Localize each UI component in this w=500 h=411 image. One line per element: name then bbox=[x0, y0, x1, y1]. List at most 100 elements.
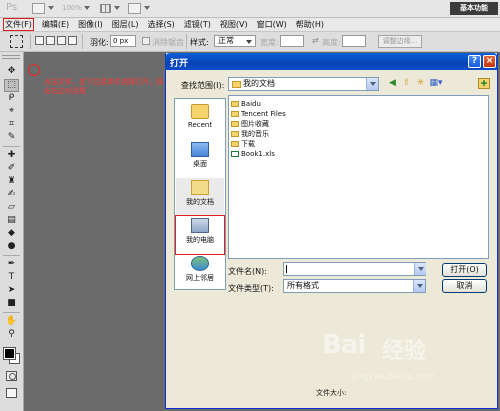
views-menu-icon[interactable]: ▦▾ bbox=[429, 78, 443, 89]
menu-edit[interactable]: 编辑(E) bbox=[42, 19, 69, 30]
place-recent[interactable]: Recent bbox=[176, 102, 224, 140]
hand-tool-icon[interactable]: ✋ bbox=[5, 316, 18, 327]
antialias-checkbox[interactable] bbox=[142, 37, 150, 45]
style-select[interactable]: 正常 bbox=[214, 35, 256, 47]
list-item[interactable]: Book1.xls bbox=[231, 149, 275, 158]
screen-mode-toggle-icon[interactable] bbox=[6, 388, 17, 398]
eraser-tool-icon[interactable]: ▱ bbox=[5, 202, 18, 213]
file-list[interactable]: Baidu Tencent Files 图片收藏 我的音乐 下载 Book1.x… bbox=[228, 95, 489, 259]
close-icon[interactable]: × bbox=[483, 55, 496, 68]
desktop-icon bbox=[191, 142, 209, 157]
chevron-down-icon[interactable] bbox=[413, 280, 425, 292]
divider bbox=[82, 34, 83, 49]
help-icon[interactable]: ? bbox=[468, 55, 481, 68]
rectangular-marquee-preset-icon[interactable] bbox=[10, 35, 23, 48]
list-item[interactable]: Baidu bbox=[231, 99, 261, 108]
filename-input[interactable] bbox=[283, 262, 426, 276]
height-input[interactable] bbox=[342, 35, 366, 47]
new-folder-icon[interactable]: ✳ bbox=[415, 78, 426, 89]
quick-selection-tool-icon[interactable]: ⌖ bbox=[5, 106, 18, 117]
clone-stamp-tool-icon[interactable]: ♜ bbox=[5, 176, 18, 187]
place-my-computer[interactable]: 我的电脑 bbox=[175, 215, 225, 255]
chevron-down-icon[interactable] bbox=[114, 6, 120, 10]
eyedropper-tool-icon[interactable]: ✎ bbox=[5, 132, 18, 143]
workspace-switcher-button[interactable]: 基本功能 bbox=[450, 2, 498, 15]
menu-image[interactable]: 图像(I) bbox=[78, 19, 103, 30]
list-item[interactable]: Tencent Files bbox=[231, 109, 286, 118]
dodge-tool-icon[interactable]: ● bbox=[5, 241, 18, 252]
brush-tool-icon[interactable]: ✐ bbox=[5, 163, 18, 174]
arrange-documents-icon[interactable] bbox=[100, 4, 111, 13]
excel-file-icon bbox=[231, 150, 239, 157]
screen-mode-icon[interactable] bbox=[128, 3, 141, 14]
chevron-down-icon[interactable] bbox=[48, 6, 54, 10]
dialog-titlebar[interactable]: 打开 ? × bbox=[165, 53, 498, 70]
look-in-value: 我的文档 bbox=[243, 79, 275, 88]
subtract-selection-icon[interactable] bbox=[57, 36, 66, 45]
intersect-selection-icon[interactable] bbox=[68, 36, 77, 45]
divider bbox=[3, 146, 20, 147]
place-label: 我的电脑 bbox=[186, 236, 214, 244]
place-network[interactable]: 网上邻居 bbox=[176, 254, 224, 292]
annotation-marker bbox=[28, 64, 40, 76]
chevron-down-icon[interactable] bbox=[366, 78, 378, 90]
new-selection-icon[interactable] bbox=[35, 36, 44, 45]
look-in-select[interactable]: 我的文档 bbox=[228, 77, 379, 91]
list-item[interactable]: 图片收藏 bbox=[231, 119, 269, 128]
menu-file[interactable]: 文件(F) bbox=[3, 18, 34, 31]
swap-dimensions-icon[interactable]: ⇄ bbox=[312, 36, 319, 45]
chevron-down-icon[interactable] bbox=[84, 6, 90, 10]
back-icon[interactable]: ◀ bbox=[387, 78, 398, 89]
quick-mask-icon[interactable] bbox=[6, 371, 17, 381]
history-brush-tool-icon[interactable]: ✍ bbox=[5, 189, 18, 200]
move-tool-icon[interactable]: ✥ bbox=[5, 66, 18, 77]
list-item[interactable]: 我的音乐 bbox=[231, 129, 269, 138]
filetype-select[interactable]: 所有格式 bbox=[283, 279, 426, 293]
up-folder-icon[interactable]: ⇧ bbox=[401, 78, 412, 89]
watermark-url: jingyan.baidu.com bbox=[352, 372, 436, 382]
feather-input[interactable]: 0 px bbox=[110, 35, 136, 47]
width-input[interactable] bbox=[280, 35, 304, 47]
gradient-tool-icon[interactable]: ▤ bbox=[5, 215, 18, 226]
healing-brush-tool-icon[interactable]: ✚ bbox=[5, 150, 18, 161]
add-to-selection-icon[interactable] bbox=[46, 36, 55, 45]
place-my-documents[interactable]: 我的文档 bbox=[176, 178, 224, 216]
app-titlebar: Ps 100% 基本功能 bbox=[0, 0, 500, 18]
folder-icon bbox=[231, 100, 239, 107]
chevron-down-icon[interactable] bbox=[144, 6, 150, 10]
open-button[interactable]: 打开(O) bbox=[442, 263, 487, 277]
panel-grip[interactable] bbox=[2, 55, 20, 59]
marquee-tool-icon[interactable]: ⬚ bbox=[4, 79, 19, 92]
menu-help[interactable]: 帮助(H) bbox=[296, 19, 324, 30]
chevron-down-icon[interactable] bbox=[414, 263, 426, 275]
place-label: 网上邻居 bbox=[186, 274, 214, 282]
crop-tool-icon[interactable]: ⌗ bbox=[5, 119, 18, 130]
tools-panel: ✥ ⬚ ᑭ ⌖ ⌗ ✎ ✚ ✐ ♜ ✍ ▱ ▤ ◆ ● ✒ T ➤ ■ ✋ ⚲ bbox=[0, 52, 24, 411]
place-label: 我的文档 bbox=[186, 198, 214, 206]
zoom-tool-icon[interactable]: ⚲ bbox=[5, 329, 18, 340]
folder-icon bbox=[232, 81, 241, 88]
list-item[interactable]: 下载 bbox=[231, 139, 255, 148]
menu-view[interactable]: 视图(V) bbox=[220, 19, 248, 30]
zoom-level[interactable]: 100% bbox=[62, 4, 82, 12]
menu-window[interactable]: 窗口(W) bbox=[257, 19, 287, 30]
lasso-tool-icon[interactable]: ᑭ bbox=[5, 93, 18, 104]
bridge-icon[interactable] bbox=[32, 3, 45, 14]
create-folder-icon[interactable]: ✚ bbox=[478, 78, 490, 89]
menu-filter[interactable]: 滤镜(T) bbox=[184, 19, 211, 30]
path-selection-tool-icon[interactable]: ➤ bbox=[5, 285, 18, 296]
menu-select[interactable]: 选择(S) bbox=[147, 19, 174, 30]
blur-tool-icon[interactable]: ◆ bbox=[5, 228, 18, 239]
place-label: Recent bbox=[187, 121, 213, 129]
menu-layer[interactable]: 图层(L) bbox=[112, 19, 139, 30]
type-tool-icon[interactable]: T bbox=[5, 272, 18, 283]
filename-label: 文件名(N): bbox=[228, 267, 267, 276]
filename-dropdown[interactable] bbox=[414, 262, 426, 276]
rectangle-tool-icon[interactable]: ■ bbox=[5, 298, 18, 309]
foreground-color-swatch[interactable] bbox=[3, 347, 16, 360]
place-desktop[interactable]: 桌面 bbox=[176, 140, 224, 178]
divider bbox=[3, 255, 20, 256]
cancel-button[interactable]: 取消 bbox=[442, 279, 487, 293]
refine-edge-button[interactable]: 调整边缘... bbox=[378, 35, 422, 48]
pen-tool-icon[interactable]: ✒ bbox=[5, 259, 18, 270]
